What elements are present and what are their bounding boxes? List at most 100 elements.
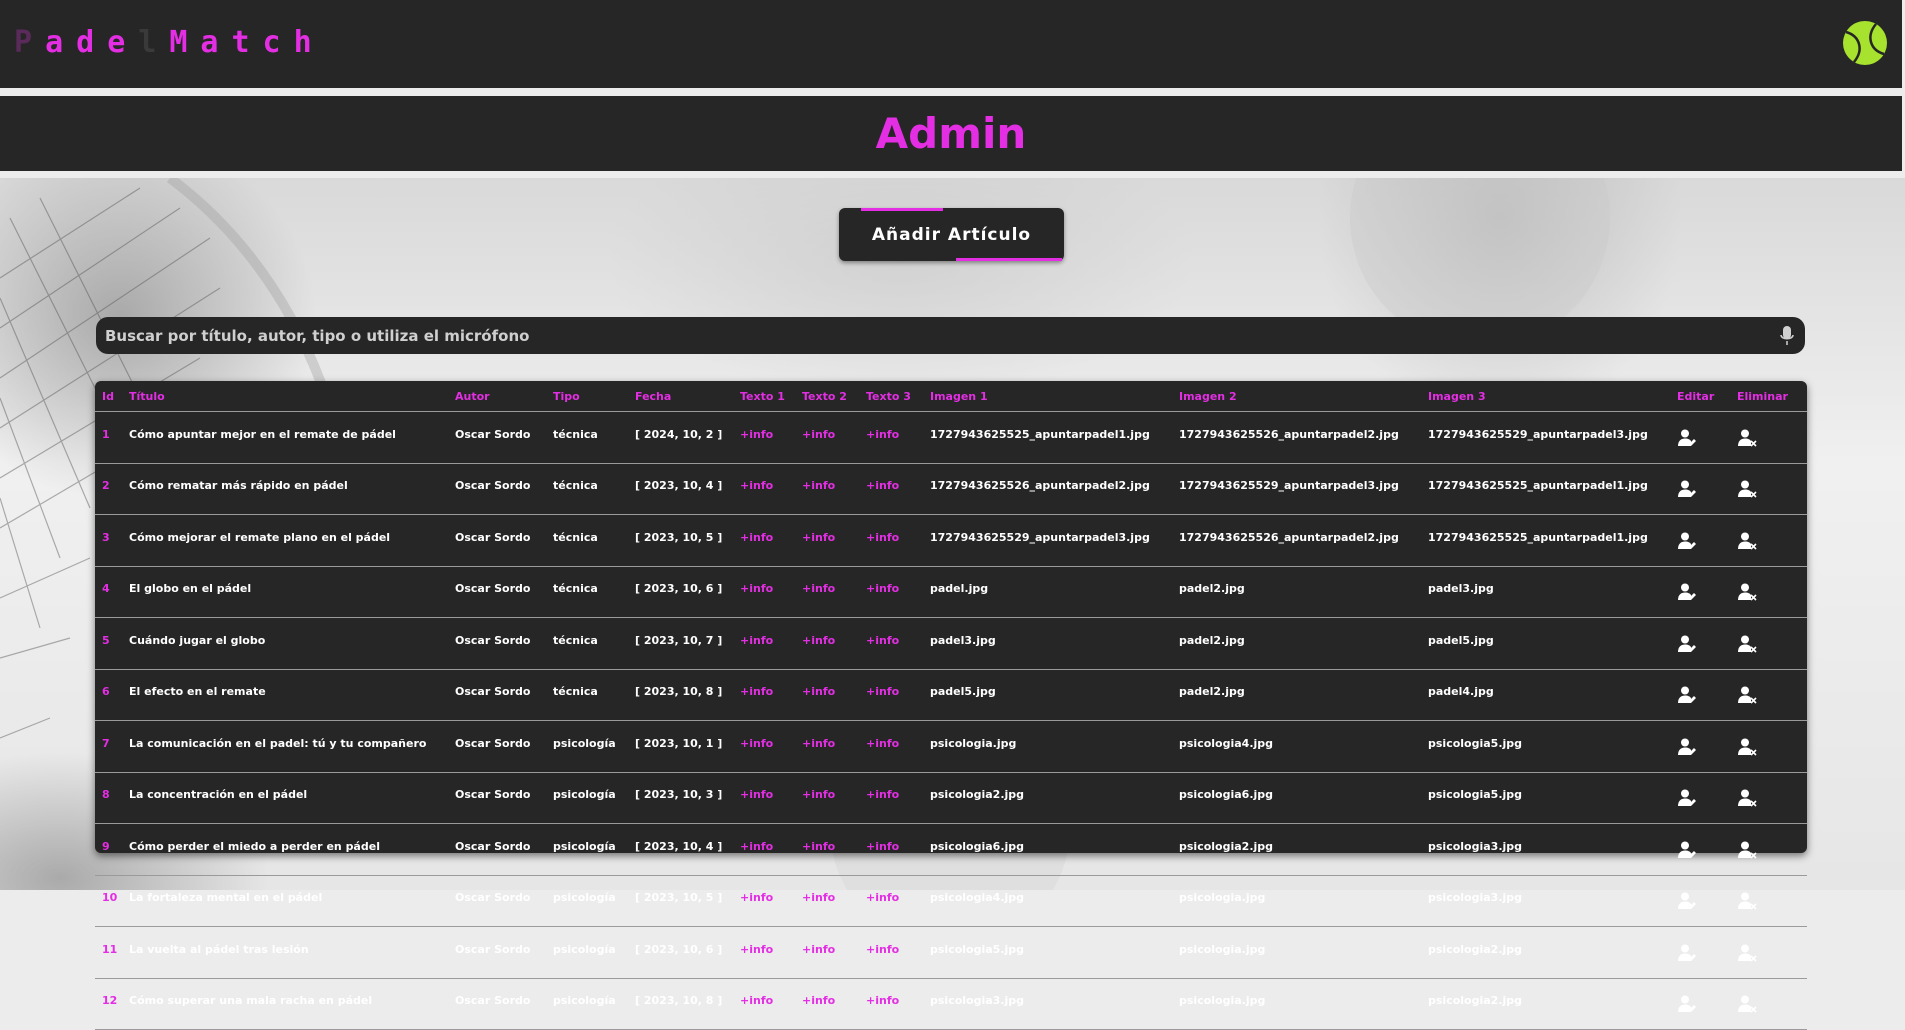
info-link-3[interactable]: +info [859,720,923,773]
user-delete-icon[interactable] [1737,480,1757,502]
info-link-1[interactable]: +info [733,411,795,464]
cell-image-1: 1727943625526_apuntarpadel2.jpg [923,463,1172,515]
cell-id: 8 [95,772,122,824]
search-input[interactable] [96,325,1779,346]
user-delete-icon[interactable] [1737,635,1757,657]
user-delete-icon[interactable] [1737,429,1757,451]
info-link-3[interactable]: +info [859,823,923,876]
cell-author: Oscar Sordo [448,772,546,824]
info-link-1[interactable]: +info [733,720,795,773]
info-link-3[interactable]: +info [859,926,923,979]
table-row: 11 La vuelta al pádel tras lesión Oscar So… [95,926,1807,979]
cell-image-2: psicologia.jpg [1172,875,1421,927]
info-link-3[interactable]: +info [859,669,923,721]
cell-image-1: 1727943625529_apuntarpadel3.jpg [923,514,1172,567]
info-link-3[interactable]: +info [859,617,923,670]
table-row: 2 Cómo rematar más rápido en pádel Oscar S… [95,463,1807,515]
user-edit-icon[interactable] [1677,892,1697,914]
user-edit-icon[interactable] [1677,738,1697,760]
user-delete-icon[interactable] [1737,532,1757,554]
info-link-2[interactable]: +info [795,772,859,824]
info-link-3[interactable]: +info [859,875,923,927]
tennis-ball-icon[interactable] [1842,20,1888,66]
microphone-icon[interactable] [1779,325,1795,347]
info-link-1[interactable]: +info [733,514,795,567]
delete-cell [1730,463,1807,515]
info-link-2[interactable]: +info [795,669,859,721]
logo-letter: M [169,24,188,60]
cell-type: técnica [546,617,628,670]
info-link-1[interactable]: +info [733,617,795,670]
user-edit-icon[interactable] [1677,532,1697,554]
column-header-autor: Autor [448,381,546,412]
cell-date: [ 2023, 10, 6 ] [628,566,733,618]
user-edit-icon[interactable] [1677,686,1697,708]
info-link-1[interactable]: +info [733,875,795,927]
cell-date: [ 2023, 10, 6 ] [628,926,733,979]
info-link-3[interactable]: +info [859,411,923,464]
info-link-3[interactable]: +info [859,978,923,1030]
user-edit-icon[interactable] [1677,635,1697,657]
info-link-1[interactable]: +info [733,566,795,618]
edit-cell [1670,875,1730,927]
user-delete-icon[interactable] [1737,789,1757,811]
cell-id: 3 [95,514,122,567]
info-link-3[interactable]: +info [859,463,923,515]
logo-letter: t [231,24,250,60]
info-link-1[interactable]: +info [733,463,795,515]
logo-letter: c [262,24,281,60]
edit-cell [1670,514,1730,567]
user-edit-icon[interactable] [1677,789,1697,811]
info-link-2[interactable]: +info [795,617,859,670]
info-link-1[interactable]: +info [733,823,795,876]
info-link-2[interactable]: +info [795,514,859,567]
user-delete-icon[interactable] [1737,738,1757,760]
cell-image-1: padel3.jpg [923,617,1172,670]
table-row: 8 La concentración en el pádel Oscar Sordo… [95,772,1807,824]
delete-cell [1730,514,1807,567]
info-link-2[interactable]: +info [795,926,859,979]
user-edit-icon[interactable] [1677,583,1697,605]
info-link-2[interactable]: +info [795,463,859,515]
cell-image-2: psicologia.jpg [1172,978,1421,1030]
user-delete-icon[interactable] [1737,892,1757,914]
user-edit-icon[interactable] [1677,429,1697,451]
info-link-1[interactable]: +info [733,772,795,824]
info-link-3[interactable]: +info [859,514,923,567]
padelmatch-logo[interactable]: PadelMatch [14,22,312,62]
info-link-1[interactable]: +info [733,669,795,721]
user-edit-icon[interactable] [1677,841,1697,863]
info-link-2[interactable]: +info [795,411,859,464]
user-delete-icon[interactable] [1737,944,1757,966]
cell-title: La concentración en el pádel [122,772,448,824]
cell-image-3: 1727943625529_apuntarpadel3.jpg [1421,411,1670,464]
delete-cell [1730,617,1807,670]
info-link-3[interactable]: +info [859,566,923,618]
user-edit-icon[interactable] [1677,944,1697,966]
info-link-2[interactable]: +info [795,978,859,1030]
user-delete-icon[interactable] [1737,995,1757,1017]
table-row: 10 La fortaleza mental en el pádel Oscar S… [95,875,1807,927]
info-link-2[interactable]: +info [795,875,859,927]
delete-cell [1730,566,1807,618]
user-edit-icon[interactable] [1677,995,1697,1017]
cell-image-3: padel5.jpg [1421,617,1670,670]
cell-image-2: psicologia.jpg [1172,926,1421,979]
info-link-2[interactable]: +info [795,823,859,876]
info-link-1[interactable]: +info [733,978,795,1030]
add-article-button[interactable]: Añadir Artículo [839,208,1064,261]
info-link-3[interactable]: +info [859,772,923,824]
info-link-2[interactable]: +info [795,566,859,618]
logo-letter: h [293,24,312,60]
cell-image-1: psicologia6.jpg [923,823,1172,876]
info-link-2[interactable]: +info [795,720,859,773]
cell-image-3: psicologia2.jpg [1421,978,1670,1030]
user-delete-icon[interactable] [1737,686,1757,708]
user-delete-icon[interactable] [1737,583,1757,605]
info-link-1[interactable]: +info [733,926,795,979]
edit-cell [1670,823,1730,876]
user-edit-icon[interactable] [1677,480,1697,502]
cell-type: psicología [546,772,628,824]
logo-letter: a [200,24,219,60]
user-delete-icon[interactable] [1737,841,1757,863]
